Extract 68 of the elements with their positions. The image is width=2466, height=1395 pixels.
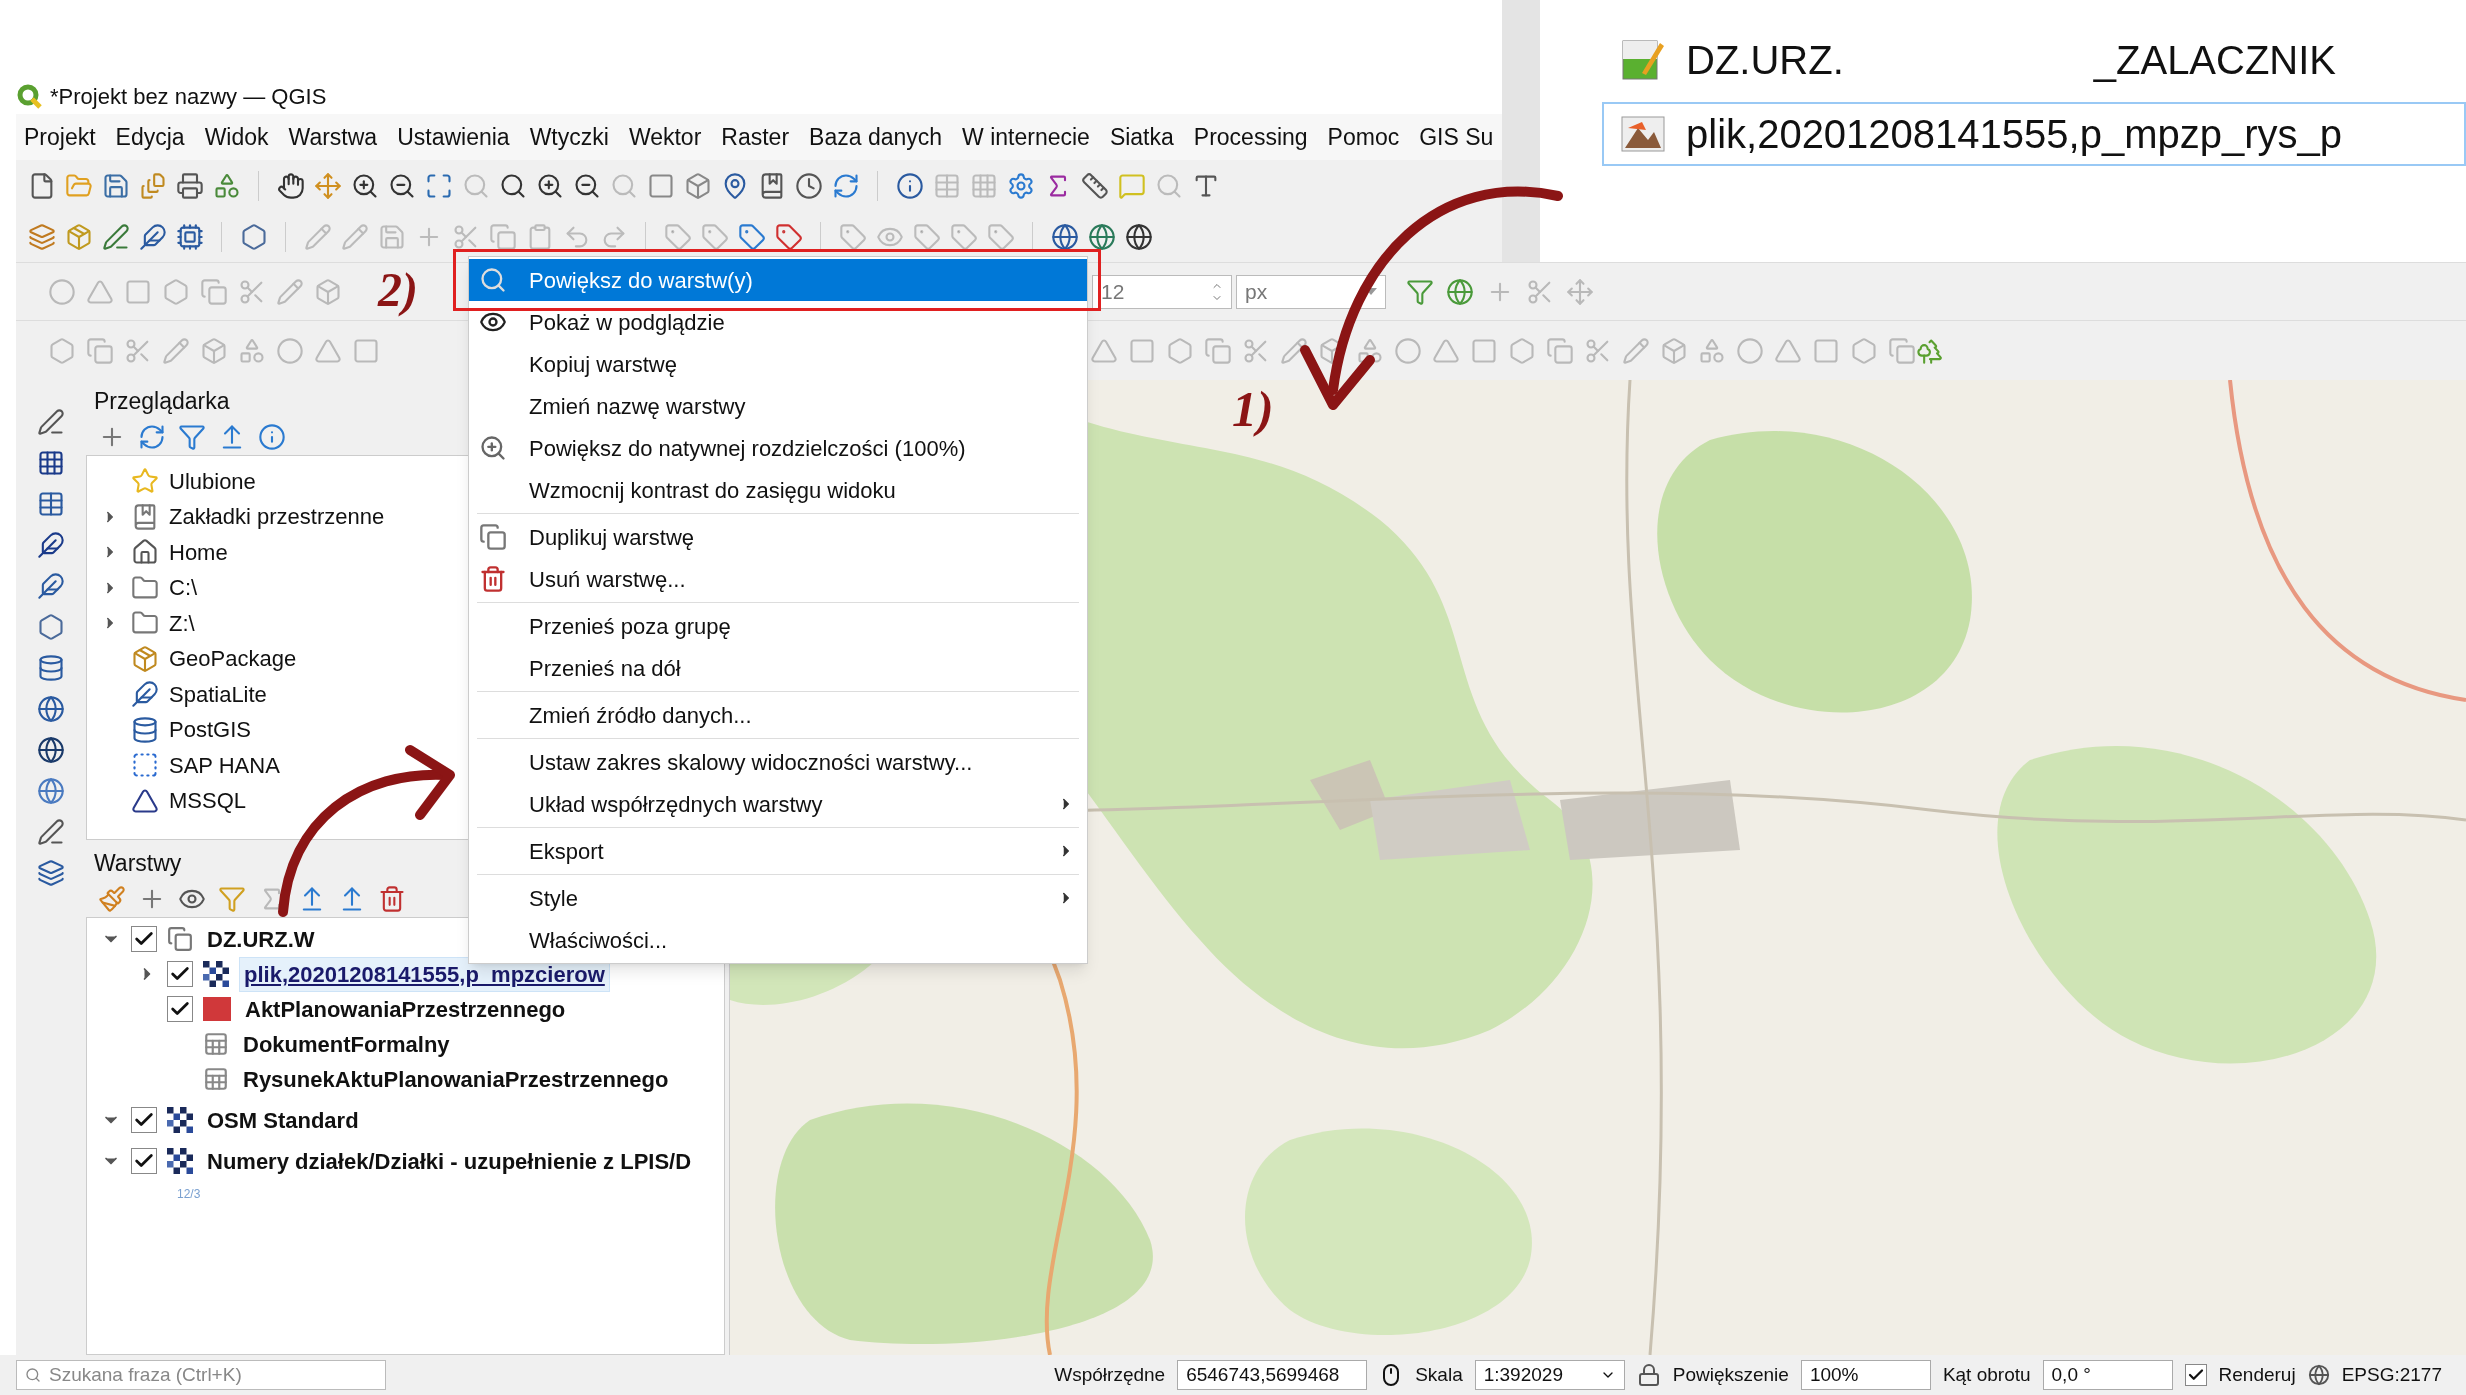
render-label: Renderuj bbox=[2218, 1362, 2296, 1387]
scale-dropdown[interactable]: 1:392029 bbox=[1474, 1360, 1625, 1390]
layer-name[interactable]: plik,20201208141555,p_mpzcierow bbox=[239, 956, 610, 992]
menu-item[interactable]: Ustaw zakres skalowy widoczności warstwy... bbox=[469, 741, 1087, 783]
layer-name[interactable]: AktPlanowaniaPrzestrzennego bbox=[241, 992, 570, 1026]
menu-item[interactable]: Raster bbox=[721, 119, 790, 155]
menu-item[interactable]: Duplikuj warstwę bbox=[469, 516, 1087, 558]
menu-item[interactable]: Siatka bbox=[1109, 119, 1174, 155]
search-placeholder: Szukana fraza (Ctrl+K) bbox=[49, 1362, 242, 1387]
menu-item[interactable]: Wtyczki bbox=[529, 119, 609, 155]
menu-item[interactable]: Powiększ do warstw(y) bbox=[469, 259, 1087, 301]
menu-item[interactable]: Układ współrzędnych warstwy bbox=[469, 783, 1087, 825]
menu-item[interactable]: Processing bbox=[1193, 119, 1308, 155]
search-field[interactable]: Szukana fraza (Ctrl+K) bbox=[16, 1360, 386, 1390]
menu-item[interactable]: Pokaż w podglądzie bbox=[469, 301, 1087, 343]
browser-item[interactable]: GeoPackage bbox=[169, 642, 297, 676]
menu-item[interactable]: W internecie bbox=[962, 119, 1090, 155]
layer-name[interactable]: OSM Standard bbox=[203, 1103, 363, 1137]
unit-dropdown[interactable]: px bbox=[1236, 274, 1386, 309]
menu-item[interactable]: Warstwa bbox=[288, 119, 378, 155]
browser-item[interactable]: MSSQL bbox=[169, 784, 247, 818]
menu-item[interactable]: Kopiuj warstwę bbox=[469, 343, 1087, 385]
layer-name[interactable]: DZ.URZ.W bbox=[203, 922, 319, 956]
menu-item[interactable]: Widok bbox=[204, 119, 269, 155]
menu-item[interactable]: Zmień nazwę warstwy bbox=[469, 385, 1087, 427]
layer-name[interactable]: Numery działek/Działki - uzupełnienie z LPIS/D bbox=[203, 1144, 696, 1178]
menu-item[interactable]: GIS Su bbox=[1419, 119, 1494, 155]
browser-item[interactable]: Zakładki przestrzenne bbox=[169, 500, 385, 534]
file-name: _ZALACZNIK bbox=[2093, 37, 2337, 84]
menu-item[interactable]: Usuń warstwę... bbox=[469, 558, 1087, 600]
magnifier-spinbox[interactable]: 100% bbox=[1800, 1360, 1931, 1390]
legend-label: 12/3 bbox=[177, 1185, 201, 1203]
browser-item[interactable]: SpatiaLite bbox=[169, 677, 267, 711]
scale-label: Skala bbox=[1415, 1362, 1463, 1387]
menu-item[interactable]: Powiększ do natywnej rozdzielczości (100%) bbox=[469, 427, 1087, 469]
menu-item[interactable]: Wzmocnij kontrast do zasięgu widoku bbox=[469, 469, 1087, 511]
rotation-spinbox[interactable]: 0,0 ° bbox=[2042, 1360, 2173, 1390]
menu-item[interactable]: Przenieś poza grupę bbox=[469, 605, 1087, 647]
file-name: DZ.URZ. bbox=[1686, 37, 1844, 84]
browser-item[interactable]: Ulubione bbox=[169, 464, 256, 498]
coordinates-label: Współrzędne bbox=[1054, 1362, 1166, 1387]
menu-item[interactable]: Wektor bbox=[628, 119, 702, 155]
menu-item[interactable]: Projekt bbox=[24, 119, 96, 155]
menu-item[interactable]: Baza danych bbox=[809, 119, 943, 155]
crs-label[interactable]: EPSG:2177 bbox=[2341, 1360, 2442, 1390]
menu-item[interactable]: Edycja bbox=[115, 119, 185, 155]
browser-item[interactable]: Home bbox=[169, 535, 228, 569]
layer-name[interactable]: DokumentFormalny bbox=[239, 1027, 454, 1061]
rotation-label: Kąt obrotu bbox=[1942, 1362, 2031, 1387]
menu-item[interactable]: Pomoc bbox=[1327, 119, 1400, 155]
coordinates-field[interactable]: 6546743,5699468 bbox=[1177, 1360, 1368, 1390]
menu-item[interactable]: Style bbox=[469, 877, 1087, 919]
panel-title: Przeglądarka bbox=[94, 387, 230, 416]
file-name: plik,20201208141555,p_mpzp_rys_p bbox=[1686, 111, 2343, 158]
file-row[interactable]: plik,20201208141555,p_mpzp_rys_p bbox=[1602, 102, 2466, 166]
layer-name[interactable]: RysunekAktuPlanowaniaPrzestrzennego bbox=[239, 1062, 673, 1096]
menu-item[interactable]: Przenieś na dół bbox=[469, 647, 1087, 689]
window-title: *Projekt bez nazwy — QGIS bbox=[50, 82, 327, 111]
browser-item[interactable]: Z:\ bbox=[169, 606, 195, 640]
menu-item[interactable]: Eksport bbox=[469, 830, 1087, 872]
browser-item[interactable]: SAP HANA bbox=[169, 748, 280, 782]
menu-item[interactable]: Zmień źródło danych... bbox=[469, 694, 1087, 736]
browser-item[interactable]: C:\ bbox=[169, 571, 198, 605]
file-row[interactable]: DZ.URZ. _ZALACZNIK bbox=[1602, 28, 2466, 92]
panel-title: Warstwy bbox=[94, 849, 182, 878]
menu-item[interactable]: Ustawienia bbox=[397, 119, 510, 155]
browser-item[interactable]: PostGIS bbox=[169, 713, 251, 747]
magnifier-label: Powiększenie bbox=[1672, 1362, 1789, 1387]
